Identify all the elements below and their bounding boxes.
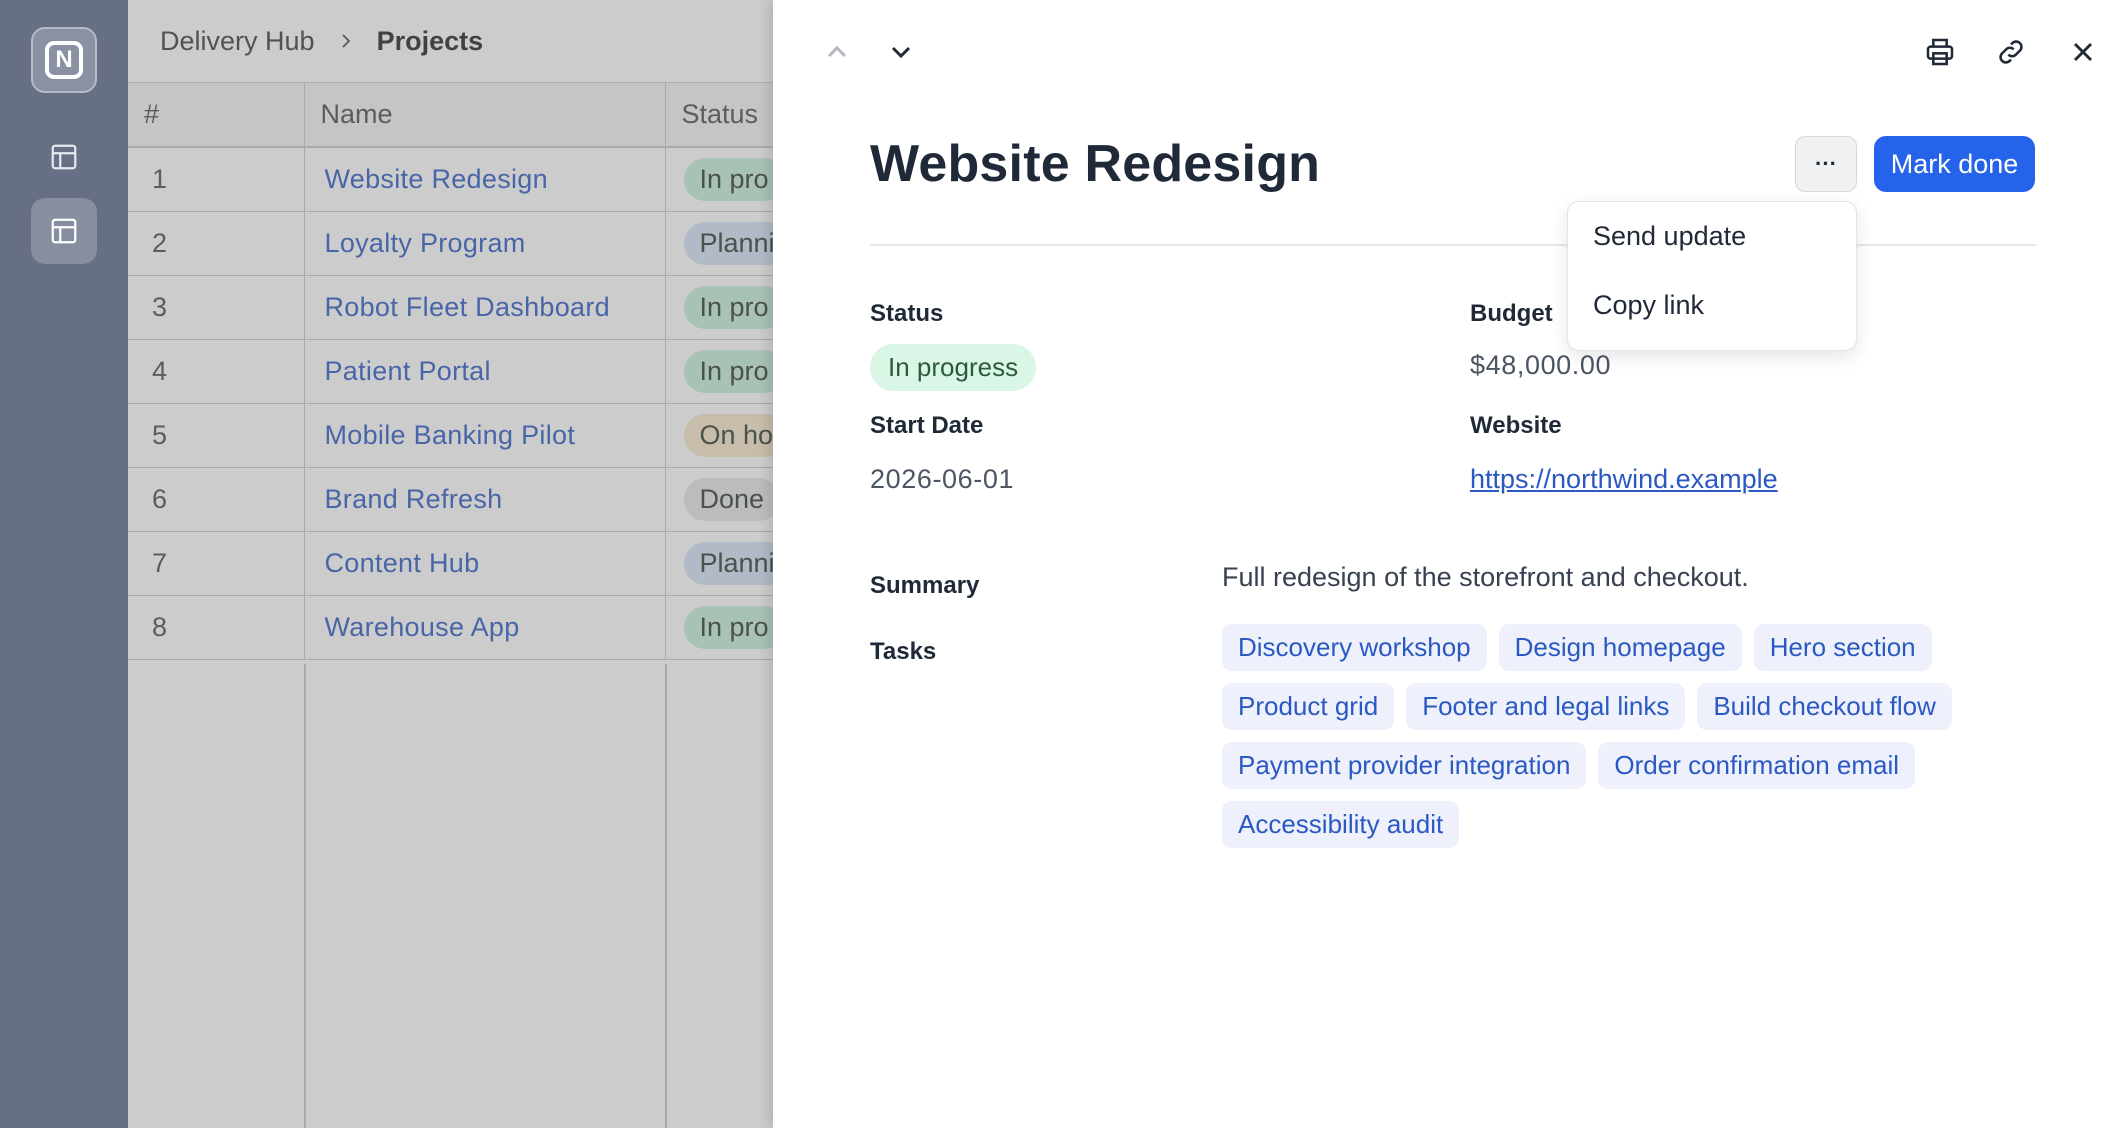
print-icon[interactable]: [1916, 28, 1964, 76]
header-divider: [870, 244, 2036, 246]
start-date-label: Start Date: [870, 412, 984, 439]
task-chip[interactable]: Payment provider integration: [1222, 742, 1587, 789]
summary-label: Summary: [870, 572, 980, 599]
project-name-link[interactable]: Mobile Banking Pilot: [304, 403, 666, 468]
breadcrumb-parent[interactable]: Delivery Hub: [160, 26, 315, 57]
chevron-right-icon: [337, 32, 355, 50]
task-chip[interactable]: Build checkout flow: [1697, 683, 1952, 730]
project-detail-drawer: Website Redesign ··· Mark done Status In…: [773, 0, 2124, 1128]
project-name-link[interactable]: Loyalty Program: [304, 211, 666, 276]
more-actions-button[interactable]: ···: [1795, 136, 1857, 192]
status-badge: In pro: [683, 349, 785, 393]
tasks-list: Discovery workshop Design homepage Hero se…: [1222, 624, 1982, 848]
logo-mark: N: [45, 41, 83, 79]
nav-projects-icon[interactable]: [31, 198, 97, 264]
mark-done-button[interactable]: Mark done: [1874, 136, 2035, 192]
task-chip[interactable]: Footer and legal links: [1406, 683, 1686, 730]
project-name-link[interactable]: Warehouse App: [304, 595, 666, 660]
project-name-link[interactable]: Patient Portal: [304, 339, 666, 404]
project-name-link[interactable]: Website Redesign: [304, 147, 666, 212]
tasks-label: Tasks: [870, 638, 937, 665]
row-number: 5: [128, 403, 305, 468]
task-chip[interactable]: Order confirmation email: [1598, 742, 1916, 789]
link-icon[interactable]: [1987, 28, 2035, 76]
row-number: 3: [128, 275, 305, 340]
row-number: 7: [128, 531, 305, 596]
row-number: 8: [128, 595, 305, 660]
status-badge: In progress: [870, 344, 1037, 391]
project-name-link[interactable]: Content Hub: [304, 531, 666, 596]
close-icon[interactable]: [2059, 28, 2107, 76]
budget-label: Budget: [1470, 300, 1553, 327]
task-chip[interactable]: Discovery workshop: [1222, 624, 1487, 671]
project-name-link[interactable]: Robot Fleet Dashboard: [304, 275, 666, 340]
app-logo[interactable]: N: [31, 27, 97, 93]
website-label: Website: [1470, 412, 1562, 439]
row-number: 4: [128, 339, 305, 404]
project-title: Website Redesign: [870, 135, 1321, 193]
column-header-name[interactable]: Name: [304, 83, 666, 148]
task-chip[interactable]: Hero section: [1753, 624, 1932, 671]
task-chip[interactable]: Accessibility audit: [1222, 801, 1460, 848]
website-link[interactable]: https://northwind.example: [1470, 464, 1778, 495]
menu-item-send-update[interactable]: Send update: [1568, 202, 1856, 271]
column-header-number[interactable]: #: [128, 83, 305, 148]
more-actions-menu: Send update Copy link: [1567, 201, 1857, 351]
project-name-link[interactable]: Brand Refresh: [304, 467, 666, 532]
status-badge: Done: [683, 477, 781, 521]
status-badge: In pro: [683, 157, 785, 201]
summary-text: Full redesign of the storefront and chec…: [1222, 562, 1749, 592]
nav-layout-icon[interactable]: [31, 124, 97, 190]
status-label: Status: [870, 300, 944, 327]
row-number: 1: [128, 147, 305, 212]
start-date-value: 2026-06-01: [870, 464, 1015, 494]
task-chip[interactable]: Design homepage: [1498, 624, 1742, 671]
row-number: 2: [128, 211, 305, 276]
status-badge: In pro: [683, 285, 785, 329]
chevron-up-icon[interactable]: [813, 28, 861, 76]
menu-item-copy-link[interactable]: Copy link: [1568, 271, 1856, 340]
breadcrumb-current: Projects: [376, 25, 484, 56]
budget-value: $48,000.00: [1470, 350, 1612, 380]
row-number: 6: [128, 467, 305, 532]
app-rail: N: [0, 0, 128, 1128]
chevron-down-icon[interactable]: [877, 28, 925, 76]
status-badge: In pro: [683, 605, 785, 649]
task-chip[interactable]: Product grid: [1222, 683, 1395, 730]
